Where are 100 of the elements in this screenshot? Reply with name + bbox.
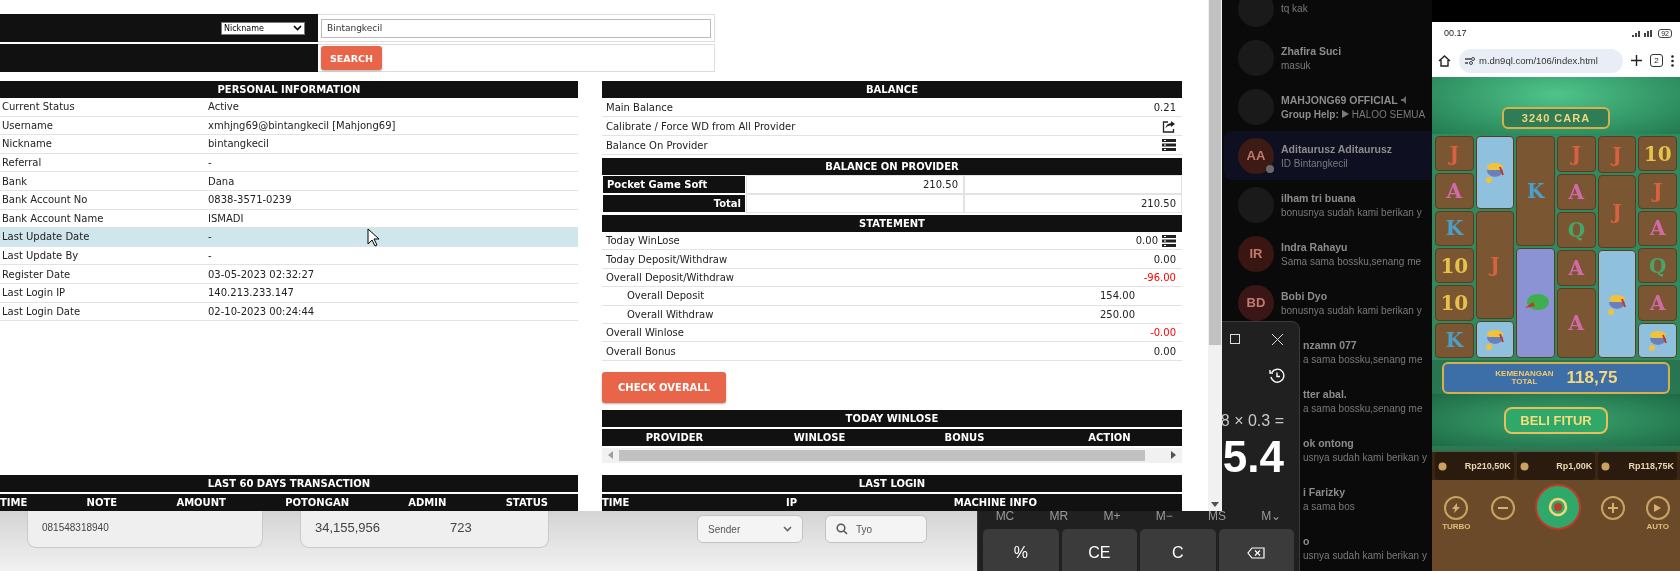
total-label: Total [602,194,746,213]
field-label: Last Update By [1,250,80,262]
chat-item[interactable]: ok ontong usnya sudah kami berikan y [1301,425,1432,474]
reel-symbol: A [1568,182,1585,202]
chat-name: tter abal. [1303,387,1348,400]
memory-button[interactable]: MC [995,509,1015,523]
field-value: xmhjng69@bintangkecil [Mahjong69] [208,119,396,131]
column-header: IP [786,497,798,508]
horizontal-scrollbar[interactable] [602,447,1182,463]
column-header: TIME [0,497,28,508]
down-arrow-icon[interactable] [1211,502,1219,507]
field-value: 0.00 [1152,345,1176,357]
turbo-button[interactable] [1444,496,1469,520]
chat-name: ilham tri buana [1281,191,1357,204]
memory-button[interactable]: MS [1208,509,1227,523]
memory-button[interactable]: MR [1049,509,1069,523]
section-header: BALANCE [602,81,1182,98]
amount-text: 34,155,956 [315,519,381,535]
memory-button[interactable]: M⌄ [1261,509,1282,523]
plus-icon[interactable] [1631,55,1642,66]
reel-symbol: 10 [1440,292,1469,313]
search-button[interactable]: SEARCH [321,46,382,70]
chat-item[interactable]: i Farizky a sama bos [1301,474,1432,523]
chat-item[interactable]: IR Indra Rahayu Sama sama bossku,senang me [1224,229,1432,278]
chat-message: Sama sama bossku,senang me [1281,255,1422,267]
chat-name: MAHJONG69 OFFICIAL [1281,93,1426,106]
expression-text: 8 × 0.3 = [1220,412,1284,430]
field-value: 02-10-2023 00:24:44 [208,305,315,317]
balance-text: Rp1,00K [1556,461,1593,471]
backspace-icon [1247,547,1266,559]
calculator-key[interactable]: C [1140,529,1216,571]
chat-name: ok ontong [1303,436,1355,449]
spin-button[interactable] [1535,484,1582,530]
balance-text: Rp118,75K [1628,461,1674,471]
calculator-key[interactable] [1218,529,1294,571]
right-arrow-icon[interactable] [1171,451,1176,460]
calculator-key[interactable]: % [983,529,1059,571]
section-header: STATEMENT [602,215,1182,232]
section-header: TODAY WINLOSE [602,409,1182,427]
chat-name: Bobi Dyo [1281,289,1329,302]
column-header: POTONGAN [285,497,349,508]
memory-button[interactable]: M− [1155,509,1173,523]
menu-icon[interactable] [1671,54,1674,67]
chat-item[interactable]: Zhafira Suci masuk [1224,33,1432,82]
chat-item[interactable]: ilham tri buana bonusnya sudah kami berikan y [1224,180,1432,229]
chat-item[interactable]: o usnya sudah kami berikan y [1301,523,1432,571]
search-field[interactable]: Tyo [825,515,927,543]
tab-count[interactable]: 2 [1650,54,1663,67]
reel-symbol: 10 [1440,255,1469,276]
chat-item[interactable]: tter abal. a sama bossku,senang me [1301,376,1432,425]
phone-field[interactable]: 081548318940 [27,511,263,548]
chat-name: Indra Rahayu [1281,240,1349,253]
field-label: Overall Deposit/Withdraw [605,271,735,283]
field-value: 250.00 [1099,308,1135,320]
maximize-icon[interactable] [1230,334,1240,344]
chat-item[interactable]: MAHJONG69 OFFICIAL Group Help: HALOO SEMUA [1224,82,1432,131]
field-value: -0.00 [1149,327,1176,339]
plus-button[interactable] [1601,496,1626,520]
chat-name: nzamn 077 [1303,338,1358,351]
minus-button[interactable] [1490,496,1515,520]
provider-name: Pocket Game Soft [602,175,746,194]
list-icon[interactable] [1162,139,1176,151]
search-type-select[interactable]: Nickname [221,21,305,35]
vertical-scrollbar[interactable] [1208,0,1222,511]
reel-symbol: A [1568,313,1585,333]
close-icon[interactable] [1272,333,1283,345]
check-overall-button[interactable]: CHECK OVERALL [602,371,727,403]
search-field[interactable]: Bintangkecil [321,18,711,38]
column-header: AMOUNT [176,497,226,508]
chat-item[interactable]: nzamn 077 a sama bossku,senang me [1301,327,1432,376]
auto-button[interactable] [1645,496,1670,520]
table-cell: 210.50 [746,175,964,194]
share-icon[interactable] [1162,119,1176,133]
reel-symbol: J [1449,143,1460,164]
chat-item[interactable]: AA Aditaurusz Aditaurusz ID Bintangkecil [1224,131,1432,180]
calculator-key[interactable]: CE [1061,529,1137,571]
chat-item[interactable]: tq kak [1224,0,1432,33]
home-icon[interactable] [1438,54,1451,67]
field-label: Balance On Provider [605,139,709,151]
column-header: STATUS [505,497,548,508]
reel-symbol: A [1568,258,1585,278]
list-icon[interactable] [1162,234,1176,247]
reel-symbol: 10 [1643,143,1672,164]
url-field[interactable]: m.dn9ql.com/106/index.html [1459,48,1623,73]
memory-button[interactable]: M+ [1103,509,1121,523]
scrollbar-thumb[interactable] [1209,0,1221,345]
chat-item[interactable]: BD Bobi Dyo bonusnya sudah kami berikan y [1224,278,1432,327]
section-header: LAST LOGIN [602,475,1182,492]
lightning-icon [1452,503,1461,513]
chat-name: Aditaurusz Aditaurusz [1281,142,1393,155]
field-label: Overall Bonus [605,345,677,357]
scrollbar-thumb[interactable] [619,449,1145,461]
minus-icon [1497,507,1508,509]
sender-select[interactable]: Sender [697,515,803,543]
table-cell: 210.50 [964,194,1182,213]
avatar: BD [1238,284,1274,321]
reel-symbol: K [1527,181,1545,201]
history-icon[interactable] [1269,368,1285,384]
mouse-pointer-icon [367,228,380,247]
reel-symbol: J [1571,144,1582,164]
